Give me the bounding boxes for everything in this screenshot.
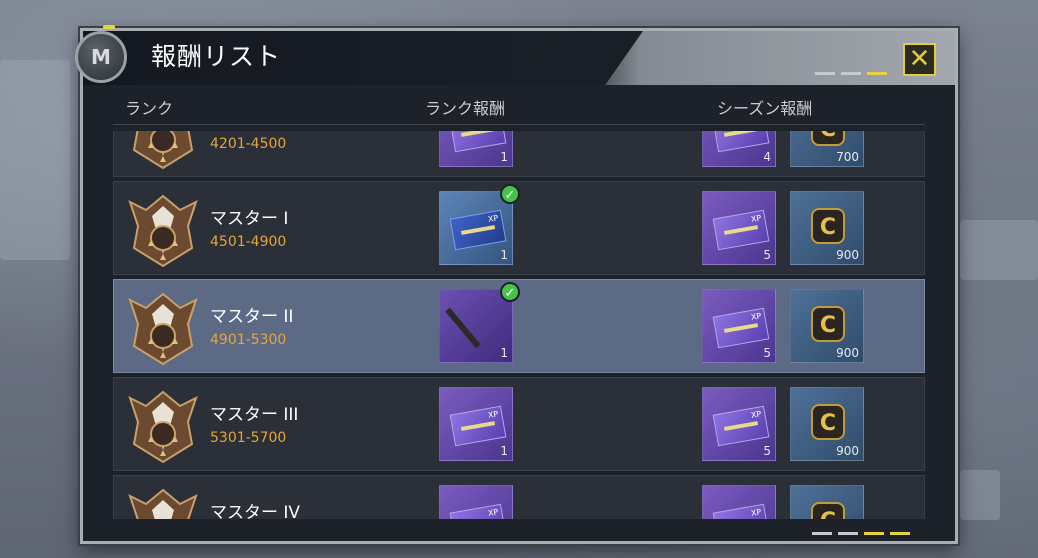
reward-count: 900	[836, 248, 859, 262]
rank-reward-item[interactable]: 1✓	[439, 282, 520, 363]
season-reward-item[interactable]	[702, 485, 776, 519]
xp-card-icon	[712, 405, 770, 447]
cp-coin-icon: C	[811, 208, 845, 244]
season-reward-item[interactable]: 4	[702, 131, 776, 167]
table-row[interactable]: マスター IV C	[113, 475, 925, 519]
season-reward-item[interactable]: C	[790, 485, 864, 519]
rank-name: マスター II	[210, 307, 294, 327]
column-header-rank: ランク	[125, 99, 174, 118]
reward-count: 4	[763, 150, 771, 164]
column-header-season-reward: シーズン報酬	[717, 99, 813, 118]
rank-range: 4201-4500	[210, 136, 287, 152]
cp-coin-icon: C	[811, 306, 845, 342]
header-divider	[113, 124, 925, 125]
season-reward-item[interactable]: 5	[702, 191, 776, 265]
logo-indicator	[103, 25, 115, 29]
xp-card-icon	[449, 503, 507, 519]
rank-range: 4901-5300	[210, 332, 287, 348]
page-dot	[838, 532, 858, 535]
season-reward-item[interactable]: C 700	[790, 131, 864, 167]
page-dot	[841, 72, 861, 75]
background-panel	[0, 60, 70, 260]
close-button[interactable]: ✕	[903, 43, 936, 76]
cp-coin-icon: C	[811, 131, 845, 146]
rank-name: マスター IV	[210, 503, 301, 519]
column-header-rank-reward: ランク報酬	[425, 99, 506, 118]
rank-reward-item[interactable]: 1	[439, 131, 513, 167]
page-dot-active	[890, 532, 910, 535]
page-indicator	[815, 72, 887, 75]
rank-name: マスター I	[210, 209, 289, 229]
reward-count: 700	[836, 150, 859, 164]
page-dot-active	[867, 72, 887, 75]
table-row[interactable]: マスター III 5301-5700 1 5 C 900	[113, 377, 925, 471]
dialog-title: 報酬リスト	[151, 42, 282, 71]
reward-count: 1	[500, 444, 508, 458]
rank-name: マスター III	[210, 405, 299, 425]
logo-glyph: M	[91, 45, 111, 69]
season-reward-item[interactable]: C 900	[790, 387, 864, 461]
reward-count: 5	[763, 346, 771, 360]
bottom-page-indicator	[812, 532, 910, 535]
rank-emblem-icon	[122, 286, 204, 368]
rank-emblem-icon	[122, 482, 204, 519]
rank-reward-item[interactable]: 1✓	[439, 184, 520, 265]
rifle-icon	[445, 307, 481, 349]
cp-coin-icon: C	[811, 404, 845, 440]
rank-range: 4501-4900	[210, 234, 287, 250]
xp-card-icon	[712, 503, 770, 519]
page-dot	[815, 72, 835, 75]
rank-reward-item[interactable]	[439, 485, 513, 519]
reward-count: 1	[500, 150, 508, 164]
page-dot-active	[864, 532, 884, 535]
table-row[interactable]: マスター I4501-49001✓5C900	[113, 181, 925, 275]
reward-count: 900	[836, 444, 859, 458]
season-reward-item[interactable]: C 900	[790, 289, 864, 363]
season-reward-item[interactable]: C 900	[790, 191, 864, 265]
reward-count: 1	[500, 346, 508, 360]
xp-card-icon	[712, 209, 770, 251]
table-row[interactable]: 4201-4500 1 4 C 700	[113, 131, 925, 177]
reward-list[interactable]: 4201-450014C700マスター I4501-49001✓5C900マスタ…	[113, 131, 927, 519]
cp-coin-icon: C	[811, 502, 845, 519]
rank-emblem-icon	[122, 188, 204, 270]
xp-card-icon	[449, 209, 507, 251]
rank-reward-item[interactable]: 1	[439, 387, 513, 461]
rank-emblem-icon	[122, 131, 204, 172]
rank-range: 5301-5700	[210, 430, 287, 446]
xp-card-icon	[712, 307, 770, 349]
xp-card-icon	[449, 405, 507, 447]
season-reward-item[interactable]: 5	[702, 289, 776, 363]
reward-count: 1	[500, 248, 508, 262]
reward-list-dialog: M 報酬リスト ✕ ランク ランク報酬 シーズン報酬 4201-4500 1 4 C 7…	[75, 25, 958, 544]
check-icon: ✓	[500, 282, 520, 302]
rank-emblem-icon	[122, 384, 204, 466]
table-row[interactable]: マスター II4901-53001✓5C900	[113, 279, 925, 373]
xp-card-icon	[712, 131, 770, 153]
reward-count: 5	[763, 444, 771, 458]
page-dot	[812, 532, 832, 535]
close-icon: ✕	[908, 44, 931, 74]
reward-count: 900	[836, 346, 859, 360]
check-icon: ✓	[500, 184, 520, 204]
background-panel	[960, 220, 1038, 280]
reward-count: 5	[763, 248, 771, 262]
xp-card-icon	[449, 131, 507, 153]
rank-logo-icon: M	[75, 31, 127, 83]
background-panel	[960, 470, 1000, 520]
season-reward-item[interactable]: 5	[702, 387, 776, 461]
